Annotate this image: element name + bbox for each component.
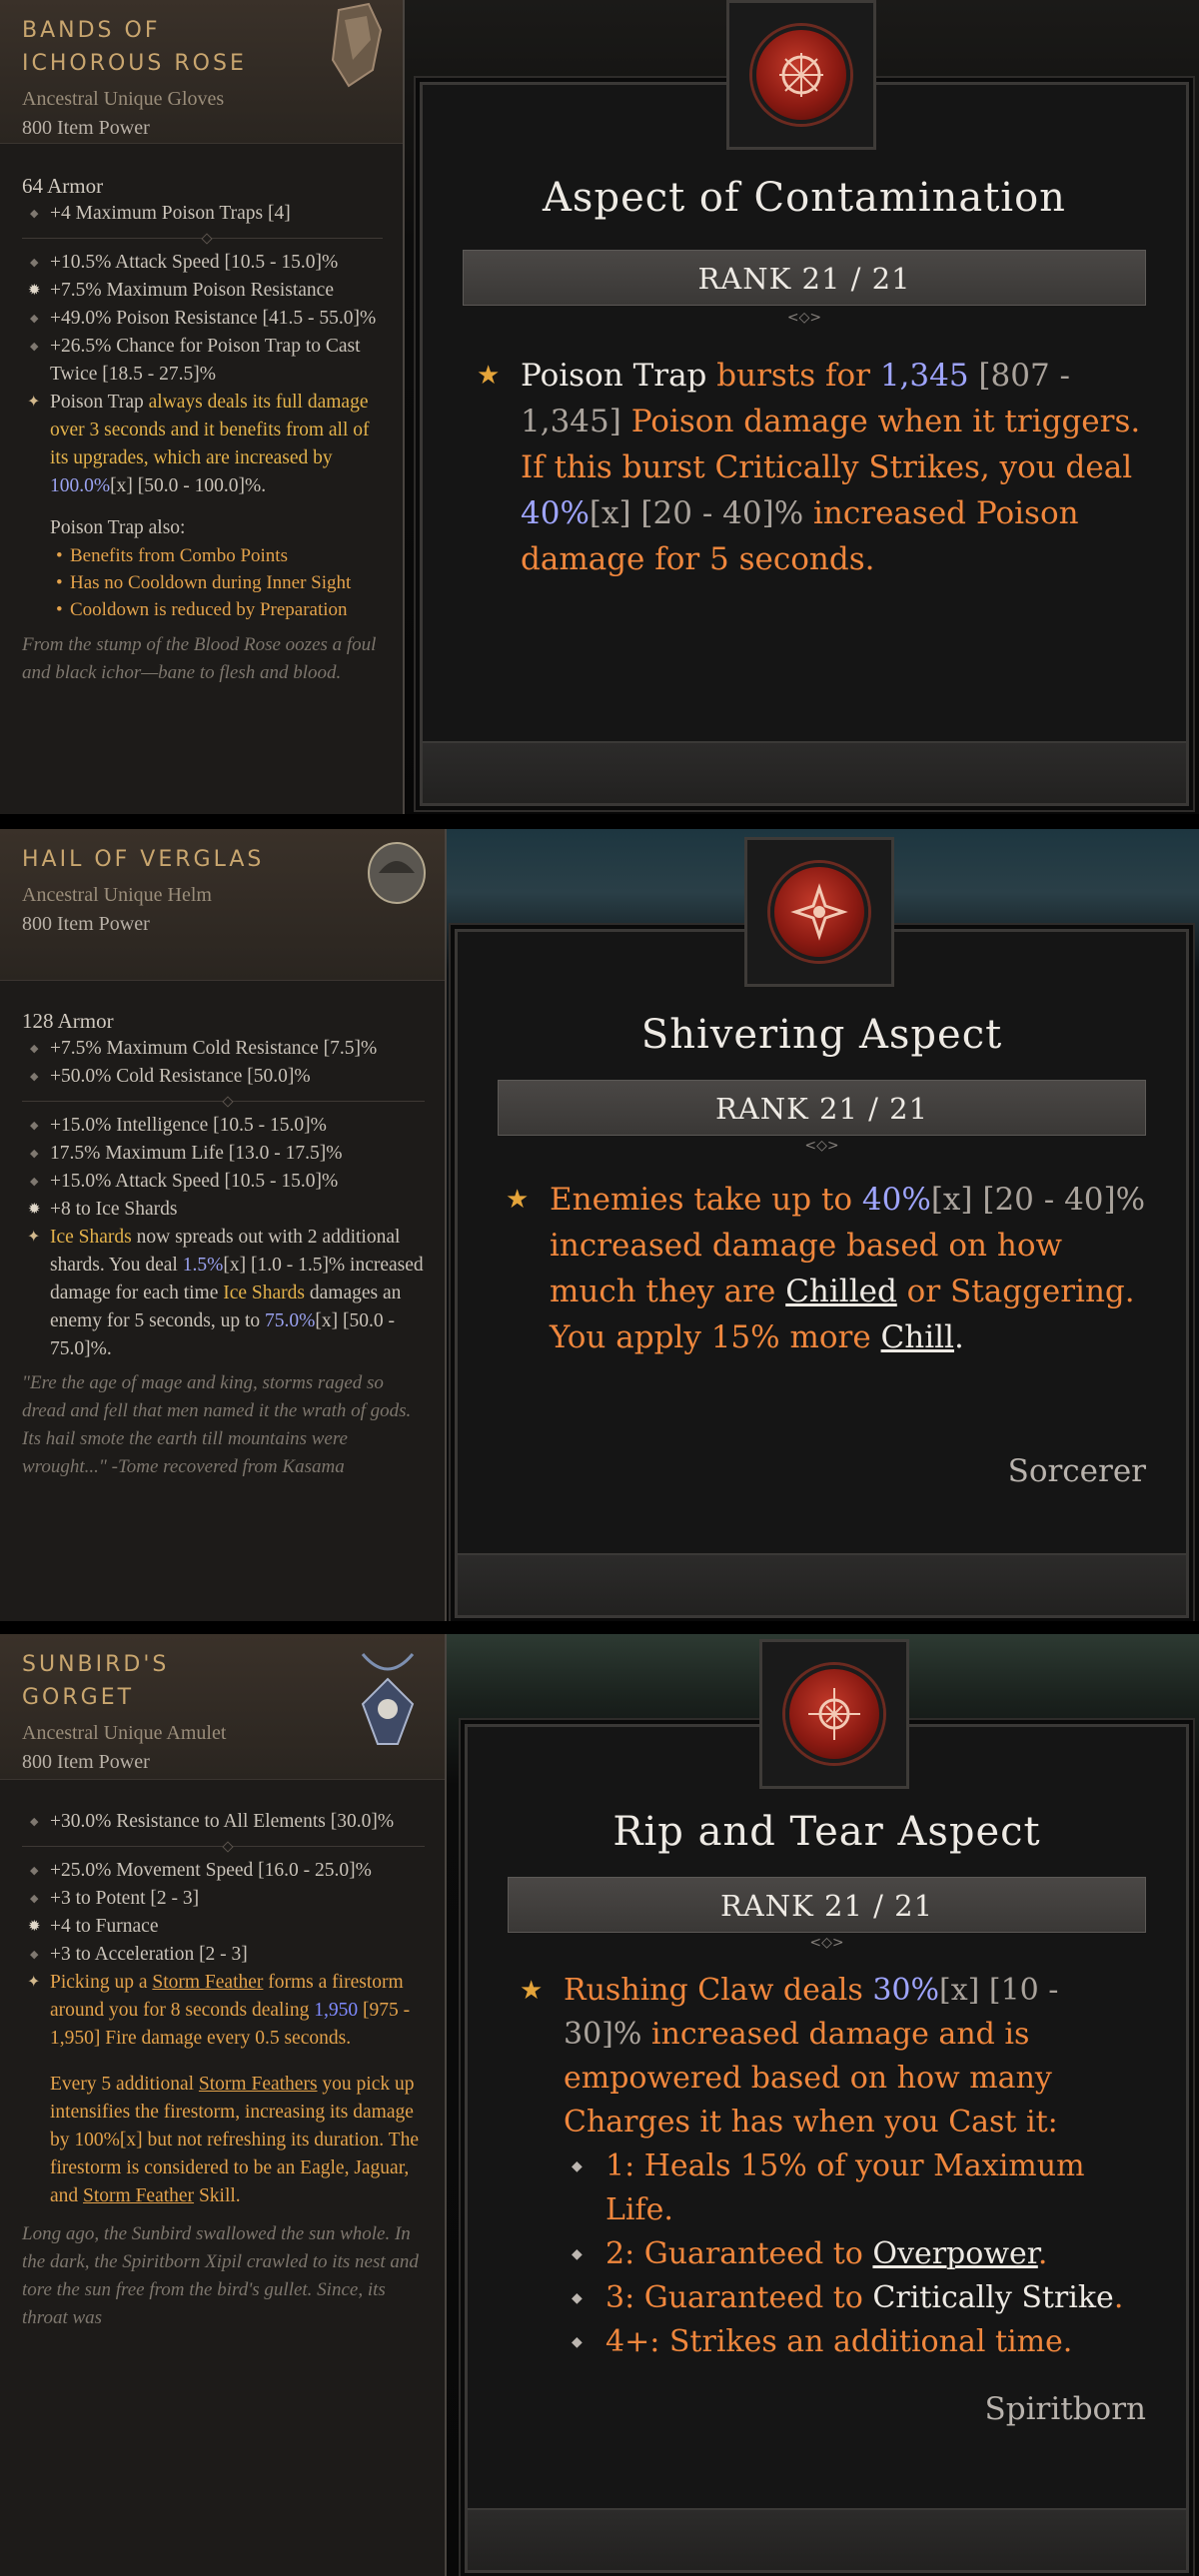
star-icon: ★ (520, 1976, 544, 2006)
panel-rip-and-tear: SUNBIRD'S GORGET Ancestral Unique Amulet… (0, 1634, 1199, 2576)
ornament-icon: <◇> (809, 1935, 844, 1951)
also-item: Cooldown is reduced by Preparation (50, 596, 383, 623)
item-power: 800 Item Power (22, 117, 150, 139)
unique-power: Ice Shards now spreads out with 2 additi… (22, 1224, 425, 1363)
aspect-icon-frame (726, 0, 876, 150)
panel-contamination: BANDS OF ICHOROUS ROSE Ancestral Unique … (0, 0, 1199, 814)
item-name: HAIL OF VERGLAS (22, 847, 265, 872)
greater-affix: +8 to Ice Shards (22, 1196, 425, 1224)
implicit-affix: +50.0% Cold Resistance [50.0]% (22, 1063, 425, 1091)
aspect-tooltip: Aspect of Contamination RANK 21 / 21 <◇>… (420, 82, 1189, 806)
unique-power: Picking up a Storm Feather forms a fires… (22, 1969, 425, 2053)
aspect-tooltip: Rip and Tear Aspect RANK 21 / 21 <◇> ★ R… (465, 1724, 1189, 2573)
ornament-icon: <◇> (804, 1138, 839, 1154)
tooltip-footer (468, 2508, 1186, 2570)
aspect-title: Rip and Tear Aspect (612, 1809, 1041, 1855)
item-name: SUNBIRD'S GORGET (22, 1652, 170, 1710)
affix: +25.0% Movement Speed [16.0 - 25.0]% (22, 1857, 425, 1885)
implicit-affix: +30.0% Resistance to All Elements [30.0]… (22, 1808, 425, 1836)
affix: +3 to Potent [2 - 3] (22, 1885, 425, 1913)
divider (22, 1101, 425, 1102)
item-name: BANDS OF ICHOROUS ROSE (22, 18, 247, 76)
unique-power: Poison Trap always deals its full damage… (22, 389, 383, 500)
affix: +10.5% Attack Speed [10.5 - 15.0]% (22, 249, 383, 277)
aspect-class: Spiritborn (984, 2391, 1146, 2427)
aspect-emblem-icon (770, 863, 868, 961)
divider (22, 238, 383, 239)
aspect-bullet: 2: Guaranteed to Overpower. (564, 2232, 1146, 2276)
item-flavor: From the stump of the Blood Rose oozes a… (22, 634, 377, 683)
amulet-icon (361, 1653, 415, 1745)
item-flavor: "Ere the age of mage and king, storms ra… (22, 1372, 412, 1477)
aspect-icon-frame (759, 1639, 909, 1789)
aspect-rank: RANK 21 / 21 (508, 1877, 1146, 1933)
item-flavor: Long ago, the Sunbird swallowed the sun … (22, 2223, 419, 2328)
item-header: BANDS OF ICHOROUS ROSE Ancestral Unique … (0, 0, 403, 144)
greater-affix: +7.5% Maximum Poison Resistance (22, 277, 383, 305)
greater-affix: +4 to Furnace (22, 1913, 425, 1941)
also-item: Has no Cooldown during Inner Sight (50, 569, 383, 596)
affix: +15.0% Attack Speed [10.5 - 15.0]% (22, 1168, 425, 1196)
item-tooltip: SUNBIRD'S GORGET Ancestral Unique Amulet… (0, 1634, 447, 2576)
affix: +49.0% Poison Resistance [41.5 - 55.0]% (22, 305, 383, 333)
aspect-bullet: 4+: Strikes an additional time. (564, 2320, 1146, 2364)
helm-icon (368, 842, 426, 904)
aspect-rank: RANK 21 / 21 (463, 250, 1146, 306)
aspect-emblem-icon (785, 1665, 883, 1763)
aspect-emblem-icon (752, 26, 850, 124)
affix: +26.5% Chance for Poison Trap to Cast Tw… (22, 333, 383, 389)
aspect-description: ★ Rushing Claw deals 30%[x] [10 - 30]% i… (520, 1969, 1146, 2364)
ornament-icon: <◇> (786, 310, 822, 326)
tooltip-footer (458, 1553, 1186, 1615)
item-armor: 64 Armor (22, 174, 104, 198)
aspect-description: ★ Enemies take up to 40%[x] [20 - 40]% i… (506, 1177, 1146, 1360)
also-item: Benefits from Combo Points (50, 542, 383, 569)
aspect-bullet: 1: Heals 15% of your Maximum Life. (564, 2145, 1146, 2232)
item-tooltip: HAIL OF VERGLAS Ancestral Unique Helm 80… (0, 829, 447, 1621)
panel-shivering: HAIL OF VERGLAS Ancestral Unique Helm 80… (0, 829, 1199, 1621)
affix: +3 to Acceleration [2 - 3] (22, 1941, 425, 1969)
item-tooltip: BANDS OF ICHOROUS ROSE Ancestral Unique … (0, 0, 405, 814)
item-header: HAIL OF VERGLAS Ancestral Unique Helm 80… (0, 829, 445, 981)
aspect-title: Aspect of Contamination (543, 175, 1066, 221)
implicit-affix: +7.5% Maximum Cold Resistance [7.5]% (22, 1035, 425, 1063)
also-title: Poison Trap also: (50, 517, 186, 538)
star-icon: ★ (506, 1185, 530, 1215)
affix: +15.0% Intelligence [10.5 - 15.0]% (22, 1112, 425, 1140)
unique-power-extra: Every 5 additional Storm Feathers you pi… (50, 2074, 419, 2206)
aspect-description: ★ Poison Trap bursts for 1,345 [807 - 1,… (477, 353, 1146, 582)
star-icon: ★ (477, 361, 501, 391)
aspect-tooltip: Shivering Aspect RANK 21 / 21 <◇> ★ Enem… (455, 929, 1189, 1618)
aspect-class: Sorcerer (1007, 1453, 1146, 1489)
tooltip-footer (423, 741, 1186, 803)
item-power: 800 Item Power (22, 1751, 150, 1773)
aspect-bullet: 3: Guaranteed to Critically Strike. (564, 2276, 1146, 2320)
gloves-icon (331, 2, 383, 88)
divider (22, 1846, 425, 1847)
aspect-icon-frame (744, 837, 894, 987)
aspect-title: Shivering Aspect (640, 1012, 1003, 1058)
item-header: SUNBIRD'S GORGET Ancestral Unique Amulet… (0, 1634, 445, 1780)
aspect-rank: RANK 21 / 21 (498, 1080, 1146, 1136)
affix: 17.5% Maximum Life [13.0 - 17.5]% (22, 1140, 425, 1168)
item-armor: 128 Armor (22, 1009, 114, 1033)
implicit-affix: +4 Maximum Poison Traps [4] (22, 200, 383, 228)
